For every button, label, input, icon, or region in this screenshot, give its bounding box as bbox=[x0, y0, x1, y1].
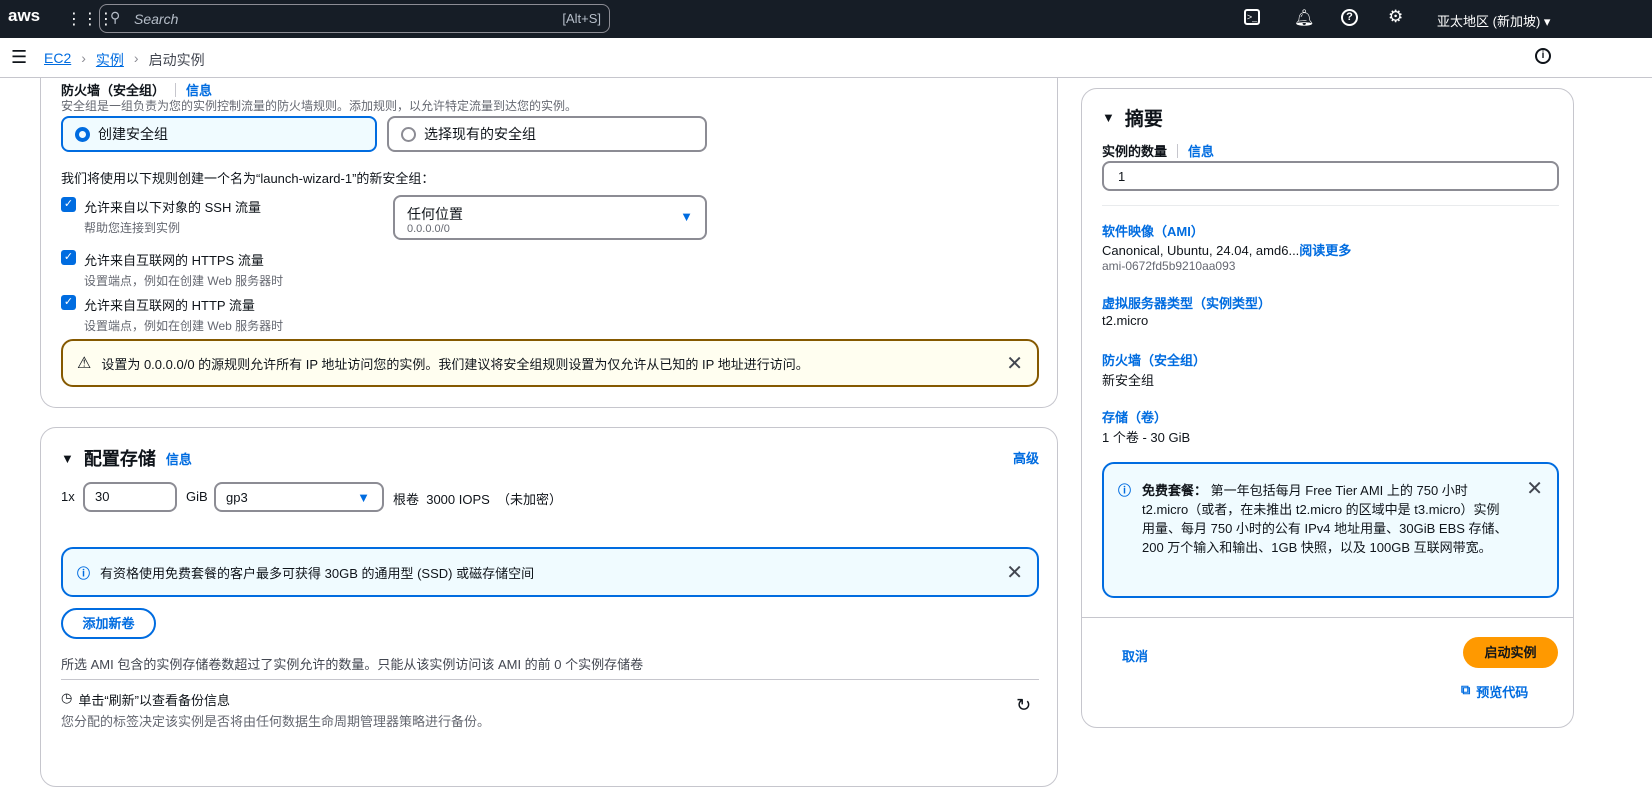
close-icon[interactable]: ✕ bbox=[1006, 351, 1023, 376]
info-icon: ⓘ bbox=[77, 565, 91, 581]
gear-icon[interactable]: ⚙ bbox=[1388, 7, 1403, 27]
chevron-right-icon: › bbox=[133, 50, 139, 66]
bell-icon[interactable]: 🔔︎ bbox=[1294, 8, 1314, 28]
rule-http[interactable]: ✓ 允许来自互联网的 HTTP 流量 设置端点，例如在创建 Web 服务器时 bbox=[61, 295, 283, 334]
cancel-button[interactable]: 取消 bbox=[1122, 646, 1148, 665]
code-preview-icon: ⧉ bbox=[1461, 682, 1471, 697]
rule-https[interactable]: ✓ 允许来自互联网的 HTTPS 流量 设置端点，例如在创建 Web 服务器时 bbox=[61, 250, 283, 289]
count-info-link[interactable]: 信息 bbox=[1188, 141, 1214, 160]
radio-create-sg[interactable]: 创建安全组 bbox=[61, 116, 377, 152]
top-nav-bar: aws ⋮⋮⋮ ⚲ Search [Alt+S] >_ 🔔︎ ? ⚙ 亚太地区 … bbox=[0, 0, 1652, 38]
checkbox-checked-icon[interactable]: ✓ bbox=[61, 197, 76, 212]
aws-logo[interactable]: aws bbox=[8, 6, 40, 26]
ssh-source-select[interactable]: 任何位置 0.0.0.0/0 ▼ bbox=[393, 195, 707, 240]
info-icon: ⓘ bbox=[1118, 483, 1132, 498]
caret-down-icon: ▼ bbox=[680, 209, 693, 224]
caret-down-icon: ▾ bbox=[1543, 14, 1551, 29]
breadcrumb-current: 启动实例 bbox=[148, 52, 205, 68]
advanced-link[interactable]: 高级 bbox=[1013, 448, 1039, 467]
caret-down-icon: ▼ bbox=[357, 490, 370, 505]
checkbox-checked-icon[interactable]: ✓ bbox=[61, 250, 76, 265]
close-icon[interactable]: ✕ bbox=[1526, 476, 1543, 501]
breadcrumb: EC2 › 实例 › 启动实例 bbox=[44, 50, 205, 70]
storage-title: 配置存储 bbox=[83, 449, 156, 469]
storage-card: ▼ 配置存储 信息 高级 1x 30 GiB gp3 ▼ 根卷 3000 IOP… bbox=[40, 427, 1058, 787]
rule-intro: 我们将使用以下规则创建一个名为“launch-wizard-1”的新安全组： bbox=[61, 171, 435, 186]
region-selector[interactable]: 亚太地区 (新加坡) ▾ bbox=[1437, 11, 1550, 30]
checkbox-checked-icon[interactable]: ✓ bbox=[61, 295, 76, 310]
volume-size-input[interactable]: 30 bbox=[83, 482, 177, 512]
rule-ssh[interactable]: ✓ 允许来自以下对象的 SSH 流量 帮助您连接到实例 bbox=[61, 197, 261, 236]
info-alert: ⓘ 有资格使用免费套餐的客户最多可获得 30GB 的通用型 (SSD) 或磁存储… bbox=[61, 547, 1039, 597]
instance-count-input[interactable]: 1 bbox=[1102, 161, 1559, 191]
volume-type-select[interactable]: gp3 ▼ bbox=[214, 482, 384, 512]
close-icon[interactable]: ✕ bbox=[1006, 560, 1023, 585]
free-tier-alert: ⓘ 免费套餐： 第一年包括每月 Free Tier AMI 上的 750 小时 … bbox=[1102, 462, 1559, 598]
breadcrumb-bar: ☰ EC2 › 实例 › 启动实例 i bbox=[0, 38, 1652, 78]
warning-icon: ⚠ bbox=[77, 355, 92, 372]
warning-alert: ⚠ 设置为 0.0.0.0/0 的源规则允许所有 IP 地址访问您的实例。我们建… bbox=[61, 339, 1039, 387]
help-icon[interactable]: ? bbox=[1341, 9, 1358, 26]
search-input[interactable]: ⚲ Search [Alt+S] bbox=[99, 4, 610, 33]
clock-icon: ◷ bbox=[61, 690, 73, 705]
firewall-desc: 安全组是一组负责为您的实例控制流量的防火墙规则。添加规则，以允许特定流量到达您的… bbox=[61, 99, 578, 113]
chevron-right-icon: › bbox=[81, 50, 86, 66]
menu-icon[interactable]: ☰ bbox=[11, 47, 27, 68]
breadcrumb-instances[interactable]: 实例 bbox=[96, 50, 124, 70]
firewall-card: 防火墙（安全组） 信息 安全组是一组负责为您的实例控制流量的防火墙规则。添加规则… bbox=[40, 40, 1058, 408]
info-icon[interactable]: i bbox=[1535, 48, 1551, 64]
search-icon: ⚲ bbox=[110, 9, 121, 25]
refresh-icon[interactable]: ↻ bbox=[1016, 695, 1031, 716]
caret-down-icon[interactable]: ▼ bbox=[1102, 110, 1115, 125]
launch-instance-button[interactable]: 启动实例 bbox=[1463, 637, 1558, 668]
radio-select-existing-sg[interactable]: 选择现有的安全组 bbox=[387, 116, 707, 152]
summary-panel: ▼ 摘要 实例的数量 信息 1 软件映像（AMI） Canonical, Ubu… bbox=[1081, 88, 1574, 728]
storage-info-link[interactable]: 信息 bbox=[166, 449, 192, 468]
read-more-link[interactable]: 阅读更多 bbox=[1299, 243, 1351, 258]
breadcrumb-ec2[interactable]: EC2 bbox=[44, 50, 71, 70]
caret-down-icon[interactable]: ▼ bbox=[61, 451, 74, 466]
preview-code-button[interactable]: ⧉ 预览代码 bbox=[1461, 682, 1528, 701]
add-volume-button[interactable]: 添加新卷 bbox=[61, 608, 156, 639]
cloudshell-icon[interactable]: >_ bbox=[1244, 9, 1260, 25]
